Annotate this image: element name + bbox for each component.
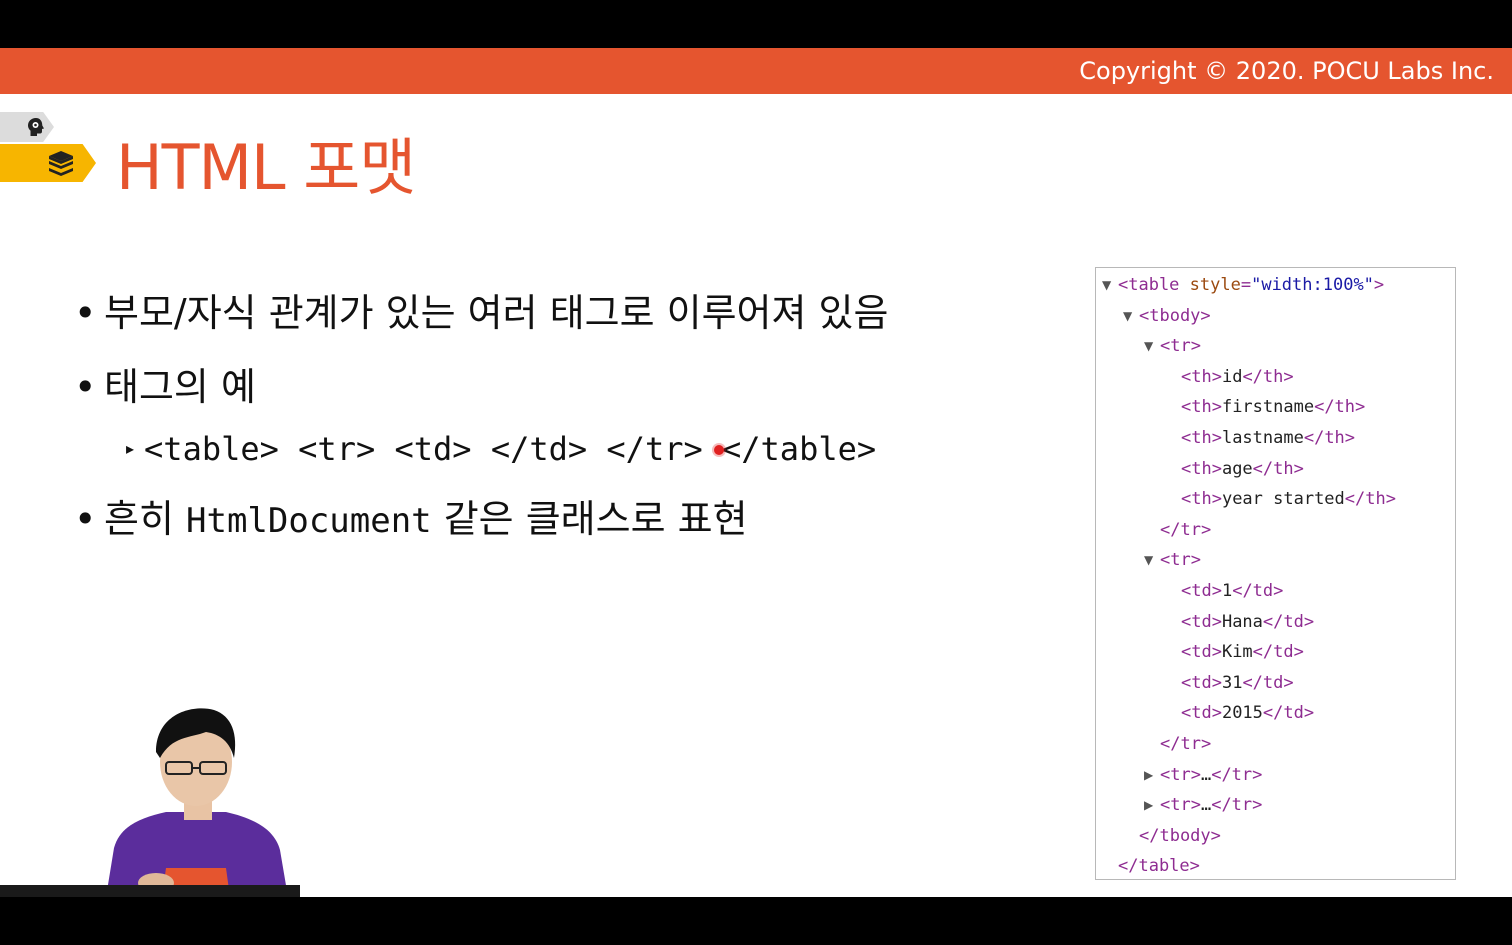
dom-tree-line[interactable]: ▼ <tr>: [1144, 331, 1201, 361]
bullet-dot: •: [74, 365, 97, 409]
dom-tree-line[interactable]: ▼ <tbody>: [1123, 301, 1211, 331]
bullet-item: • 부모/자식 관계가 있는 여러 태그로 이루어져 있음: [74, 286, 888, 340]
dom-tree-line-text: <td>31</td>: [1181, 672, 1294, 693]
dom-tree-line[interactable]: ▼ <tr>: [1144, 545, 1201, 575]
dom-tree-line-text: <tr>: [1160, 550, 1201, 571]
dom-tree-line: <th>year started</th>: [1181, 484, 1396, 514]
dom-tree-line: <td>31</td>: [1181, 668, 1294, 698]
bullet-item: • 흔히 HtmlDocument 같은 클래스로 표현: [74, 492, 748, 548]
expand-caret-icon[interactable]: ▼: [1123, 301, 1132, 331]
video-letterbox-top: [0, 0, 1512, 48]
video-letterbox-bottom: [0, 897, 1512, 945]
dom-tree-line-text: </tr>: [1160, 519, 1212, 540]
dom-tree-line: </tr>: [1160, 515, 1211, 545]
dom-tree-line: <td>2015</td>: [1181, 698, 1314, 728]
pointer-cursor: [714, 445, 724, 455]
dom-tree-line: </table>: [1118, 851, 1200, 881]
gray-section-tab: [0, 112, 54, 142]
dom-tree-line-text: </tr>: [1160, 734, 1212, 754]
dom-tree-line-text: <td>Hana</td>: [1181, 611, 1315, 632]
dom-tree-line-text: <td>2015</td>: [1181, 703, 1315, 724]
dom-tree-line-text: <th>id</th>: [1181, 366, 1294, 387]
dom-tree-line: <th>id</th>: [1181, 362, 1294, 392]
head-gear-icon: [28, 118, 44, 136]
dom-tree-line: </tr>: [1160, 729, 1211, 759]
copyright-text: Copyright © 2020. POCU Labs Inc.: [1079, 57, 1494, 85]
bullet-text: 부모/자식 관계가 있는 여러 태그로 이루어져 있음: [104, 291, 889, 335]
dom-tree-line-text: <th>age</th>: [1181, 458, 1304, 479]
bullet-code: HtmlDocument: [186, 501, 432, 541]
dom-tree-line-text: <th>lastname</th>: [1181, 428, 1356, 448]
dom-tree-line[interactable]: ▶ <tr>…</tr>: [1144, 790, 1263, 820]
dom-tree-line: <td>Kim</td>: [1181, 637, 1304, 667]
desk-edge: [0, 885, 300, 897]
dom-tree-line[interactable]: ▶ <tr>…</tr>: [1144, 760, 1263, 790]
html-dom-tree-panel: ▼ <table style="width:100%"> ▼ <tbody> ▼ <tr>…: [1095, 267, 1456, 880]
collapsed-caret-icon[interactable]: ▶: [1144, 790, 1153, 820]
dom-tree-line-text: <th>firstname</th>: [1181, 397, 1366, 418]
collapsed-caret-icon[interactable]: ▶: [1144, 760, 1153, 790]
stacked-books-icon: [49, 151, 73, 176]
expand-caret-icon[interactable]: ▼: [1102, 270, 1111, 300]
yellow-section-tab: [0, 144, 96, 182]
bullet-text-prefix: 흔히: [104, 497, 186, 541]
bullet-dot: •: [74, 291, 97, 335]
dom-tree-line-text: <td>Kim</td>: [1181, 642, 1304, 663]
dom-tree-line-text: </tbody>: [1139, 825, 1221, 846]
bullet-item: • 태그의 예: [74, 360, 256, 414]
bullet-text: 태그의 예: [104, 365, 256, 409]
dom-tree-line-text: </table>: [1118, 856, 1200, 877]
dom-tree-line-text: <tr>: [1160, 336, 1201, 357]
dom-tree-line-text: <td>1</td>: [1181, 581, 1284, 601]
dom-tree-line[interactable]: ▼ <table style="width:100%">: [1102, 270, 1385, 300]
dom-tree-line: <td>1</td>: [1181, 576, 1283, 606]
sub-bullet-marker: ▸: [126, 439, 135, 458]
expand-caret-icon[interactable]: ▼: [1144, 545, 1153, 575]
presenter-video: [96, 698, 296, 897]
bullet-dot: •: [74, 497, 97, 541]
slide: Copyright © 2020. POCU Labs Inc. HTML 포맷…: [0, 48, 1512, 897]
dom-tree-line: <th>age</th>: [1181, 454, 1304, 484]
dom-tree-line: </tbody>: [1139, 821, 1221, 851]
dom-tree-line: <th>lastname</th>: [1181, 423, 1355, 453]
dom-tree-line-text: <tr>…</tr>: [1160, 764, 1263, 785]
expand-caret-icon[interactable]: ▼: [1144, 331, 1153, 361]
sub-bullet-code: <table> <tr> <td> </td> </tr> </table>: [144, 430, 877, 468]
slide-title: HTML 포맷: [116, 131, 416, 204]
dom-tree-line: <th>firstname</th>: [1181, 392, 1365, 422]
dom-tree-line-text: <tbody>: [1139, 305, 1211, 326]
bullet-text-suffix: 같은 클래스로 표현: [431, 497, 748, 541]
header-bar: Copyright © 2020. POCU Labs Inc.: [0, 48, 1512, 94]
dom-tree-line-text: <table style="width:100%">: [1118, 275, 1385, 295]
dom-tree-line: <td>Hana</td>: [1181, 607, 1314, 637]
dom-tree-line-text: <tr>…</tr>: [1160, 795, 1263, 816]
dom-tree-line-text: <th>year started</th>: [1181, 489, 1396, 510]
sub-bullet-item: ▸ <table> <tr> <td> </td> </tr> </table>: [126, 424, 876, 480]
